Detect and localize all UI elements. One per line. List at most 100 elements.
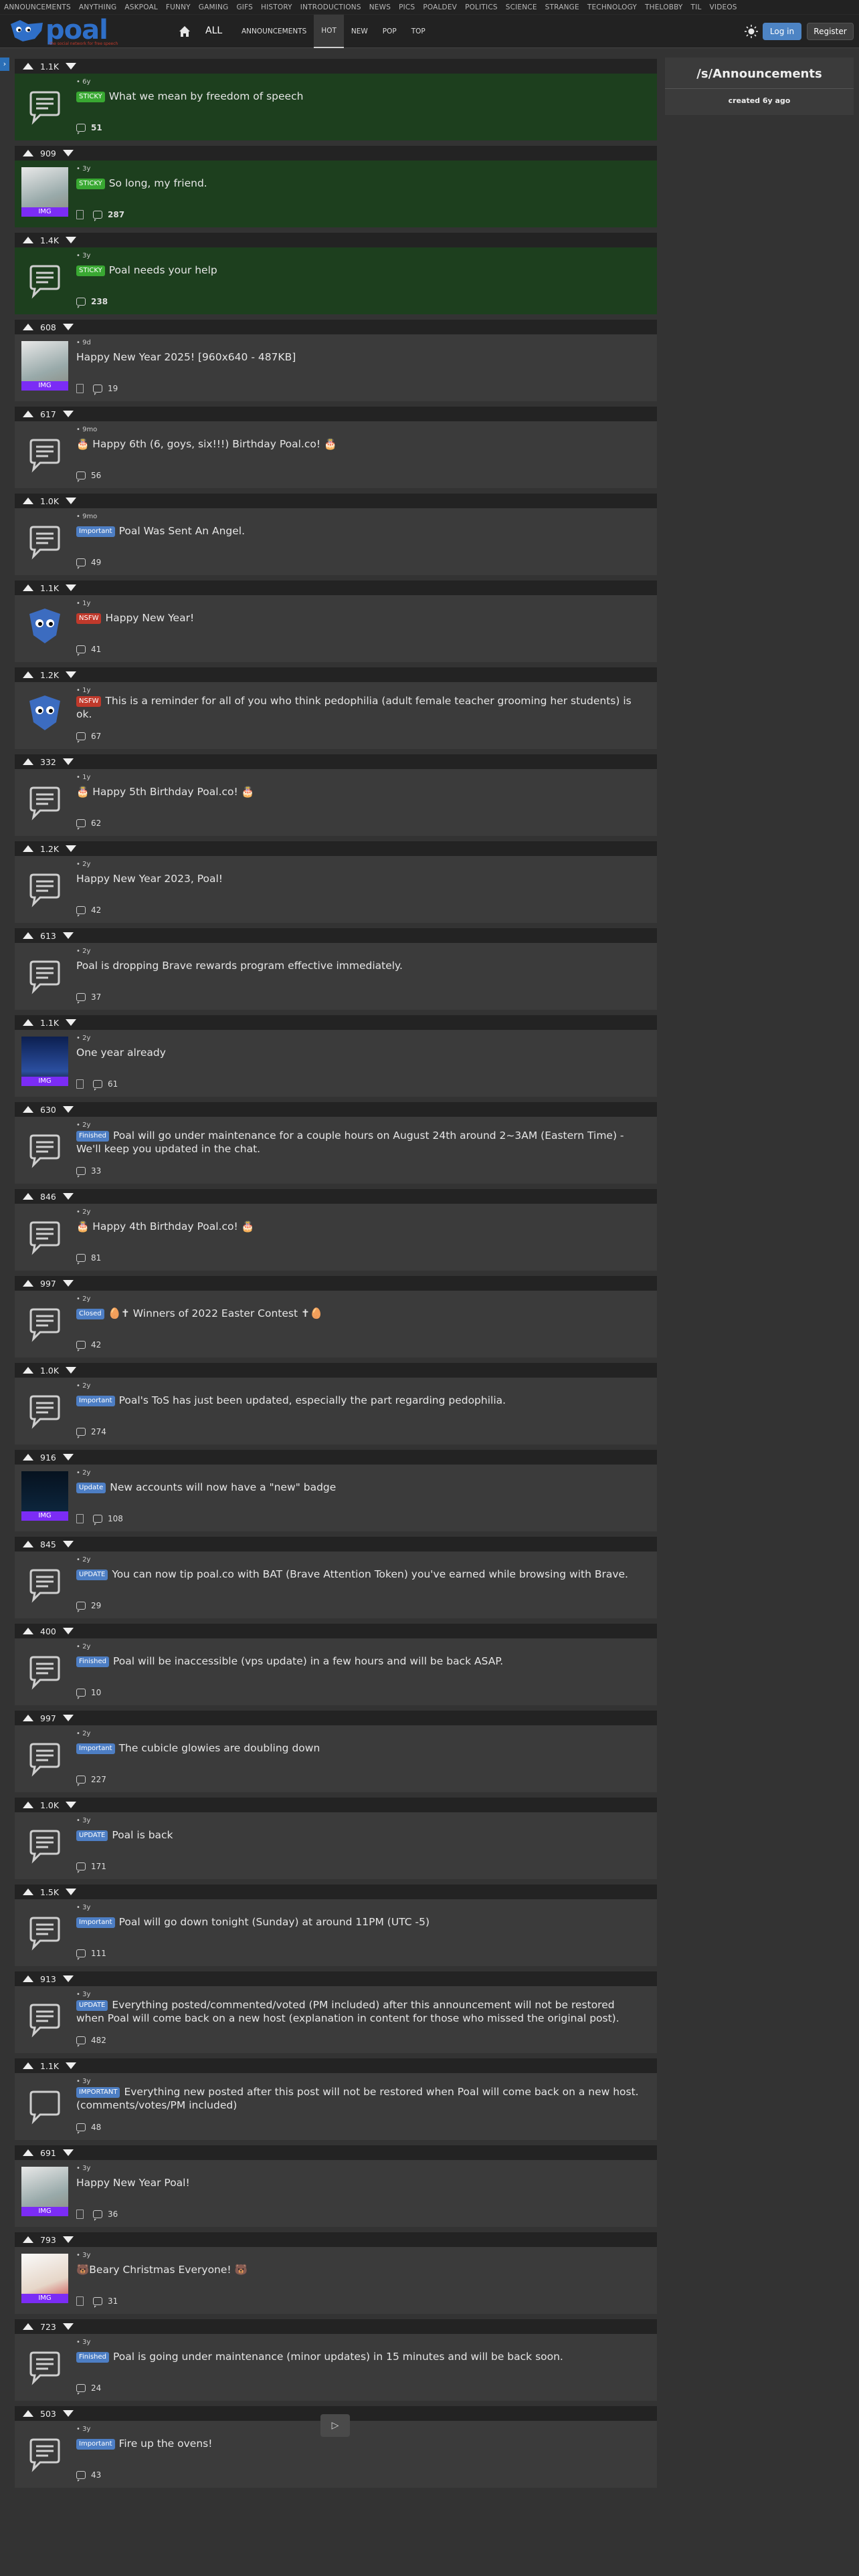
post-title-link[interactable]: Everything posted/commented/voted (PM in… — [76, 1999, 619, 2024]
upvote-icon[interactable] — [23, 2410, 33, 2417]
text-post-icon[interactable] — [21, 2084, 68, 2131]
text-post-icon[interactable] — [21, 780, 68, 827]
comment-icon[interactable] — [76, 2036, 86, 2047]
expand-image-icon[interactable] — [76, 210, 84, 219]
login-button[interactable]: Log in — [763, 23, 801, 40]
comment-icon[interactable] — [76, 645, 86, 656]
comment-count[interactable]: 36 — [108, 2210, 118, 2219]
post-title-link[interactable]: 🥚✝ Winners of 2022 Easter Contest ✝🥚 — [108, 1307, 323, 1319]
comment-count[interactable]: 33 — [91, 1166, 101, 1176]
image-thumbnail[interactable]: IMG — [21, 1037, 68, 1086]
category-link[interactable]: NEWS — [369, 3, 391, 11]
downvote-icon[interactable] — [62, 1975, 74, 1982]
comment-count[interactable]: 24 — [91, 2383, 101, 2393]
downvote-icon[interactable] — [62, 1628, 74, 1634]
post-title-link[interactable]: Poal Was Sent An Angel. — [119, 525, 245, 537]
text-post-icon[interactable] — [21, 954, 68, 1000]
comment-count[interactable]: 274 — [91, 1427, 106, 1436]
upvote-icon[interactable] — [23, 1802, 33, 1808]
comment-icon[interactable] — [93, 1080, 102, 1091]
tab-announcements[interactable]: ANNOUNCEMENTS — [234, 15, 314, 48]
downvote-icon[interactable] — [66, 1802, 77, 1808]
upvote-icon[interactable] — [23, 1628, 33, 1634]
upvote-icon[interactable] — [23, 498, 33, 504]
comment-count[interactable]: 37 — [91, 992, 101, 1002]
post-title-link[interactable]: This is a reminder for all of you who th… — [76, 695, 632, 720]
category-link[interactable]: HISTORY — [261, 3, 292, 11]
comment-count[interactable]: 51 — [91, 123, 102, 132]
downvote-icon[interactable] — [62, 2410, 74, 2417]
text-post-icon[interactable] — [21, 1128, 68, 1174]
downvote-icon[interactable] — [66, 1889, 77, 1895]
category-link[interactable]: ANYTHING — [79, 3, 116, 11]
downvote-icon[interactable] — [62, 2323, 74, 2330]
upvote-icon[interactable] — [23, 2236, 33, 2243]
comment-icon[interactable] — [93, 211, 102, 221]
downvote-icon[interactable] — [66, 1019, 77, 1026]
text-post-icon[interactable] — [21, 432, 68, 479]
category-link[interactable]: TECHNOLOGY — [587, 3, 637, 11]
text-post-icon[interactable] — [21, 1823, 68, 1870]
post-title-link[interactable]: Happy New Year Poal! — [76, 2177, 190, 2189]
comment-count[interactable]: 56 — [91, 471, 101, 480]
sidebar-toggle-button[interactable]: › — [0, 58, 9, 71]
category-link[interactable]: ASKPOAL — [124, 3, 158, 11]
post-title-link[interactable]: So long, my friend. — [109, 177, 207, 189]
upvote-icon[interactable] — [23, 150, 33, 156]
post-title-link[interactable]: New accounts will now have a "new" badge — [110, 1481, 336, 1493]
upvote-icon[interactable] — [23, 63, 33, 70]
downvote-icon[interactable] — [66, 2062, 77, 2069]
comment-icon[interactable] — [93, 385, 102, 395]
sun-icon[interactable] — [744, 24, 759, 39]
post-title-link[interactable]: Poal's ToS has just been updated, especi… — [119, 1394, 506, 1406]
post-title-link[interactable]: Poal is going under maintenance (minor u… — [113, 2351, 563, 2363]
upvote-icon[interactable] — [23, 1019, 33, 1026]
post-title-link[interactable]: Poal will be inaccessible (vps update) i… — [113, 1655, 503, 1667]
downvote-icon[interactable] — [62, 932, 74, 939]
avatar-thumbnail[interactable] — [21, 689, 68, 738]
category-link[interactable]: INTRODUCTIONS — [300, 3, 361, 11]
category-link[interactable]: GAMING — [199, 3, 229, 11]
post-title-link[interactable]: Poal will go down tonight (Sunday) at ar… — [119, 1916, 430, 1928]
expand-image-icon[interactable] — [76, 2296, 84, 2306]
downvote-icon[interactable] — [66, 584, 77, 591]
post-title-link[interactable]: 🎂 Happy 5th Birthday Poal.co! 🎂 — [76, 786, 254, 798]
upvote-icon[interactable] — [23, 932, 33, 939]
upvote-icon[interactable] — [23, 671, 33, 678]
tab-top[interactable]: TOP — [404, 15, 433, 48]
downvote-icon[interactable] — [62, 1541, 74, 1547]
upvote-icon[interactable] — [23, 1367, 33, 1374]
image-thumbnail[interactable]: IMG — [21, 1471, 68, 1521]
category-link[interactable]: SCIENCE — [506, 3, 537, 11]
post-title-link[interactable]: Happy New Year 2023, Poal! — [76, 873, 223, 885]
comment-count[interactable]: 81 — [91, 1253, 101, 1263]
post-title-link[interactable]: 🎂 Happy 6th (6, goys, six!!!) Birthday P… — [76, 438, 337, 450]
post-title-link[interactable]: 🐻Beary Christmas Everyone! 🐻 — [76, 2264, 248, 2276]
downvote-icon[interactable] — [66, 63, 77, 70]
downvote-icon[interactable] — [62, 1454, 74, 1461]
expand-image-icon[interactable] — [76, 1079, 84, 1089]
post-title-link[interactable]: One year already — [76, 1047, 166, 1059]
comment-icon[interactable] — [76, 1776, 86, 1786]
post-title-link[interactable]: Fire up the ovens! — [119, 2438, 213, 2450]
comment-count[interactable]: 48 — [91, 2123, 101, 2132]
home-icon[interactable] — [177, 24, 192, 39]
comment-count[interactable]: 41 — [91, 645, 101, 654]
upvote-icon[interactable] — [23, 411, 33, 417]
comment-count[interactable]: 42 — [91, 1340, 101, 1350]
comment-icon[interactable] — [76, 1602, 86, 1612]
text-post-icon[interactable] — [21, 258, 68, 305]
category-link[interactable]: THELOBBY — [645, 3, 683, 11]
comment-count[interactable]: 482 — [91, 2036, 106, 2045]
downvote-icon[interactable] — [62, 758, 74, 765]
comment-icon[interactable] — [93, 2297, 102, 2308]
text-post-icon[interactable] — [21, 1649, 68, 1696]
comment-count[interactable]: 67 — [91, 732, 101, 741]
category-link[interactable]: GIFS — [236, 3, 253, 11]
text-post-icon[interactable] — [21, 1562, 68, 1609]
comment-icon[interactable] — [76, 906, 86, 917]
tab-pop[interactable]: POP — [375, 15, 404, 48]
comment-icon[interactable] — [76, 732, 86, 743]
comment-icon[interactable] — [76, 1341, 86, 1352]
downvote-icon[interactable] — [62, 150, 74, 156]
